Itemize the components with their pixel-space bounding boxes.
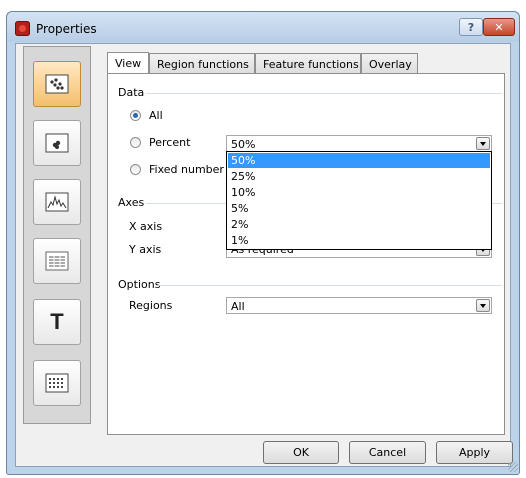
radio-fixed-number-label: Fixed number: [149, 163, 224, 176]
dropdown-option[interactable]: 50%: [228, 153, 490, 168]
view-type-sidebar: T: [23, 46, 91, 424]
dot-plot-icon: [45, 133, 69, 153]
help-button[interactable]: ?: [459, 18, 483, 36]
radio-percent[interactable]: [130, 137, 141, 148]
close-icon: ✕: [494, 20, 504, 34]
tab-feature-functions[interactable]: Feature functions: [255, 53, 361, 74]
table-icon: [45, 251, 69, 271]
close-button[interactable]: ✕: [483, 18, 515, 36]
tab-overlay[interactable]: Overlay: [361, 53, 418, 74]
regions-select-value: All: [231, 300, 245, 313]
percent-select-value: 50%: [231, 138, 256, 151]
dropdown-option[interactable]: 2%: [228, 217, 490, 232]
dropdown-option[interactable]: 25%: [228, 169, 490, 184]
options-group-label: Options: [118, 278, 161, 291]
radio-all-label: All: [149, 109, 163, 122]
resize-grip-icon[interactable]: [508, 462, 518, 472]
data-group-label: Data: [118, 86, 145, 99]
table-view-button[interactable]: [33, 238, 81, 284]
help-icon: ?: [467, 20, 475, 34]
chevron-down-icon[interactable]: [476, 137, 490, 150]
y-axis-label: Y axis: [129, 243, 162, 256]
tab-view[interactable]: View: [107, 52, 149, 74]
radio-percent-label: Percent: [149, 136, 191, 149]
text-icon: T: [50, 309, 64, 334]
window-title: Properties: [36, 22, 97, 36]
text-view-button[interactable]: T: [33, 299, 81, 345]
radio-fixed-number[interactable]: [130, 164, 141, 175]
histogram-view-button[interactable]: [33, 179, 81, 225]
dropdown-option[interactable]: 10%: [228, 185, 490, 200]
chevron-down-icon[interactable]: [476, 299, 490, 312]
title-bar[interactable]: Properties ? ✕: [7, 12, 519, 42]
dot-plot-view-button[interactable]: [33, 120, 81, 166]
radio-all[interactable]: [130, 110, 141, 121]
regions-select[interactable]: All: [226, 297, 492, 314]
grid-view-button[interactable]: [33, 360, 81, 406]
percent-dropdown-list: 50% 25% 10% 5% 2% 1%: [226, 151, 492, 250]
percent-select[interactable]: 50%: [226, 135, 492, 152]
cancel-button[interactable]: Cancel: [349, 441, 426, 464]
tab-region-functions[interactable]: Region functions: [149, 53, 255, 74]
scatter-plot-view-button[interactable]: [33, 61, 81, 107]
dropdown-option[interactable]: 5%: [228, 201, 490, 216]
regions-label: Regions: [129, 299, 173, 312]
x-axis-label: X axis: [129, 220, 163, 233]
ok-button[interactable]: OK: [263, 441, 339, 464]
dropdown-option[interactable]: 1%: [228, 233, 490, 248]
histogram-icon: [45, 192, 69, 212]
app-icon: [15, 21, 30, 36]
options-group-divider: [158, 285, 502, 286]
grid-icon: [45, 373, 69, 393]
scatter-plot-icon: [45, 74, 69, 94]
apply-button[interactable]: Apply: [436, 441, 513, 464]
data-group-divider: [146, 93, 502, 94]
axes-group-label: Axes: [118, 196, 145, 209]
